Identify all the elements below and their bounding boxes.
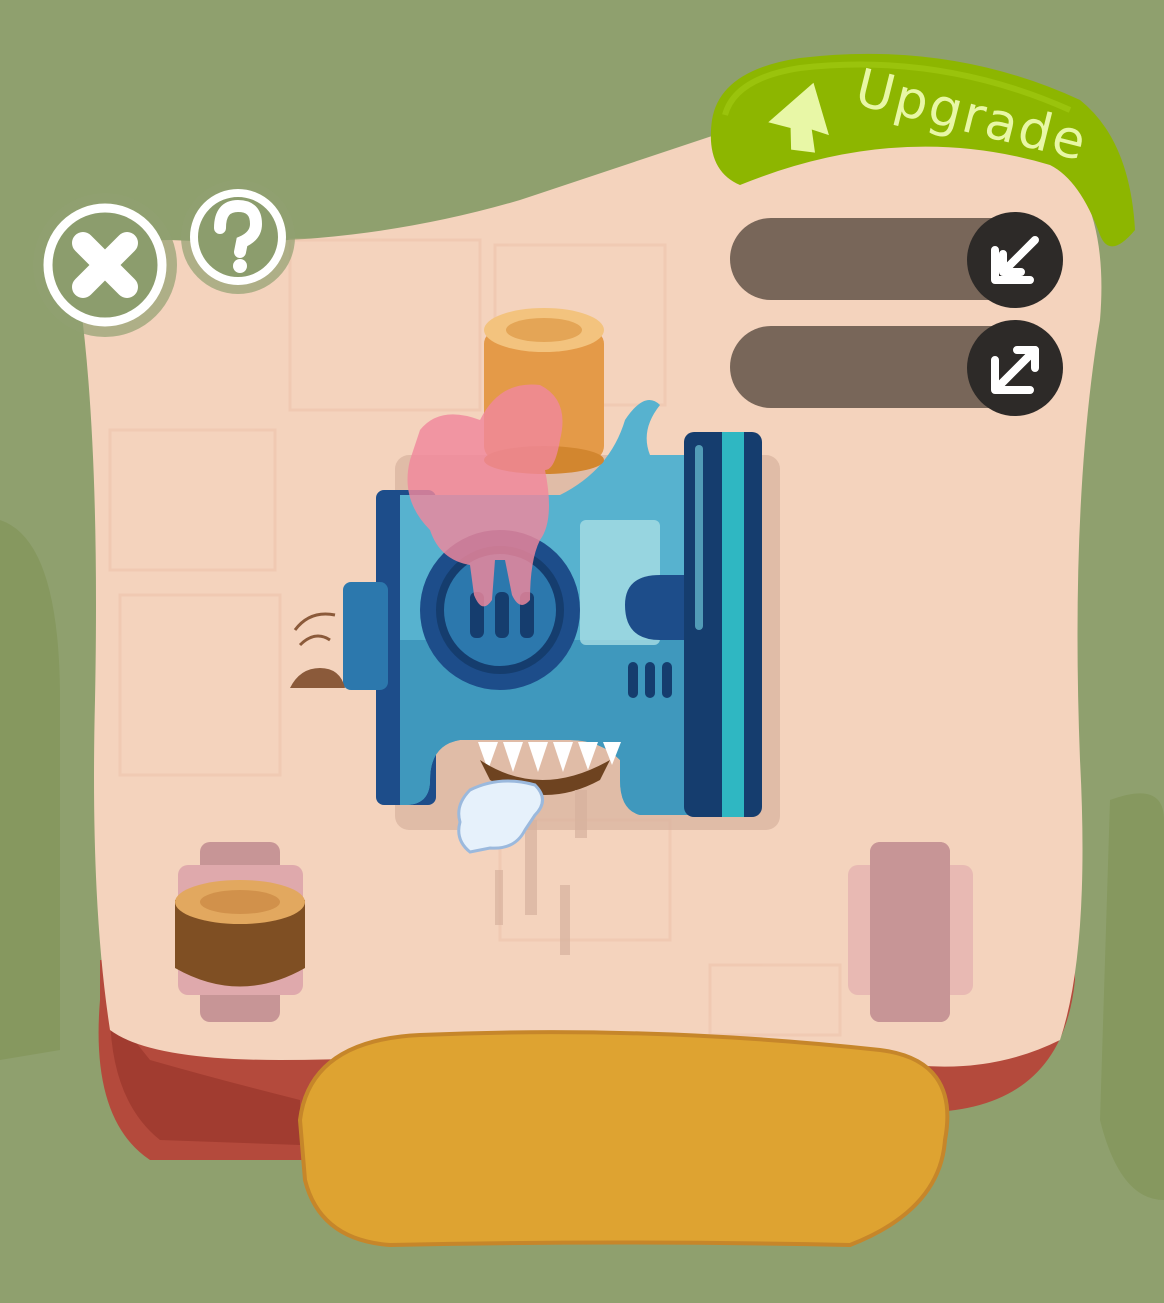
input-pedestal[interactable] bbox=[175, 842, 305, 1022]
close-icon bbox=[72, 232, 138, 298]
input-slot[interactable] bbox=[730, 212, 1063, 308]
close-button[interactable] bbox=[33, 193, 177, 337]
game-stage: Upgrade bbox=[0, 0, 1164, 1303]
output-slot[interactable] bbox=[730, 320, 1063, 416]
log-left[interactable] bbox=[175, 880, 305, 987]
grass-patch-left bbox=[0, 520, 60, 1060]
action-bar[interactable] bbox=[297, 1030, 950, 1248]
output-slot-button[interactable] bbox=[967, 320, 1063, 416]
help-button[interactable] bbox=[181, 180, 295, 294]
input-slot-button[interactable] bbox=[967, 212, 1063, 308]
scene: Upgrade bbox=[0, 0, 1164, 1303]
output-pedestal[interactable] bbox=[848, 842, 973, 1022]
grass-patch-right bbox=[1100, 793, 1164, 1200]
